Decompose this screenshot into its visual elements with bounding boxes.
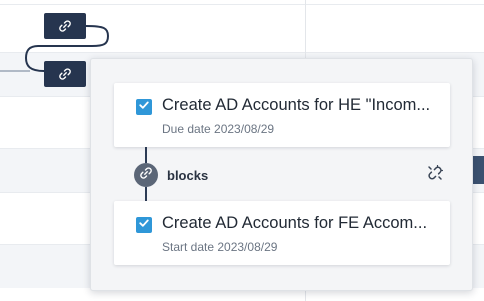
link-icon	[58, 19, 72, 33]
relation-link-badge	[134, 163, 158, 187]
link-icon	[58, 67, 72, 81]
unlink-button[interactable]	[426, 164, 444, 186]
relation-line-lower	[145, 187, 147, 201]
relation-type-label: blocks	[167, 168, 209, 183]
grid-row-divider	[0, 52, 484, 53]
checkmark-icon	[138, 216, 150, 234]
unlink-icon	[427, 164, 444, 186]
task-start-date: Start date 2023/08/29	[162, 240, 278, 254]
link-icon	[139, 166, 153, 185]
task-checkbox[interactable]	[136, 217, 152, 233]
dependency-link-chip-top[interactable]	[44, 13, 86, 39]
relation-line-upper	[145, 147, 147, 163]
checkmark-icon	[138, 98, 150, 116]
task-title: Create AD Accounts for FE Accom...	[162, 214, 428, 232]
task-checkbox[interactable]	[136, 99, 152, 115]
grid-row-divider	[0, 4, 484, 5]
dependency-popover: Create AD Accounts for HE "Incom... Due …	[90, 58, 473, 291]
task-card-blocking[interactable]: Create AD Accounts for HE "Incom... Due …	[114, 83, 450, 147]
dependency-link-chip-bottom[interactable]	[44, 61, 86, 87]
task-title: Create AD Accounts for HE "Incom...	[162, 96, 431, 114]
task-due-date: Due date 2023/08/29	[162, 122, 275, 136]
task-card-blocked[interactable]: Create AD Accounts for FE Accom... Start…	[114, 201, 450, 265]
